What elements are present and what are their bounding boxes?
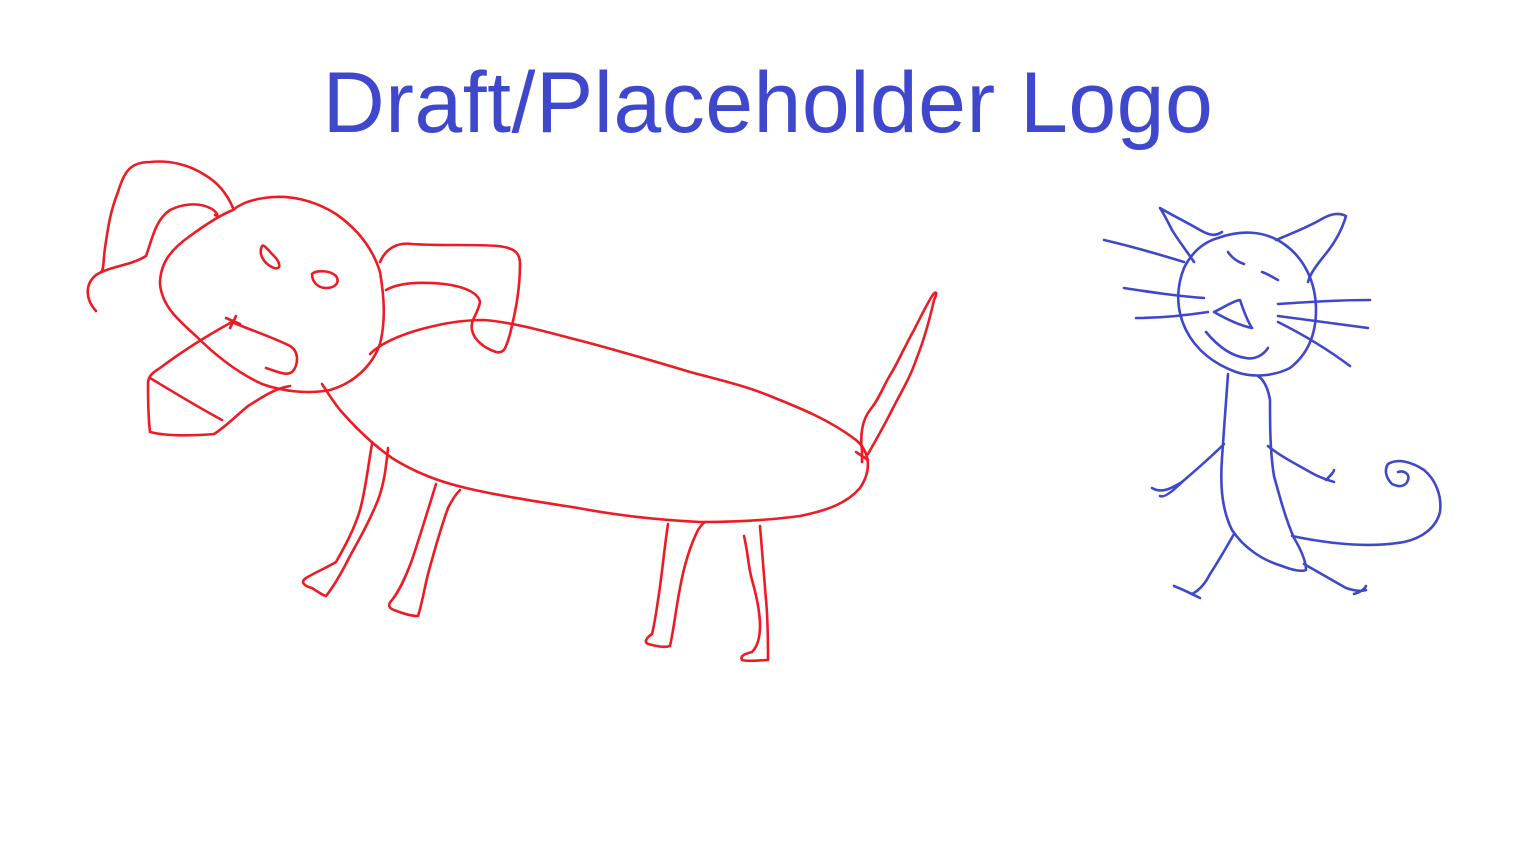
dog-head (158, 195, 386, 394)
cat-right-arm (1266, 444, 1336, 484)
dog-left-eye (259, 244, 281, 270)
cat-left-ear (1158, 206, 1224, 264)
cat-doodle (1102, 206, 1442, 600)
cat-right-eye (1260, 270, 1280, 282)
cat-whiskers-left (1102, 238, 1210, 320)
dog-leg-front-2 (387, 482, 462, 618)
dog-doodle (86, 160, 938, 663)
dog-tail (854, 291, 938, 464)
cat-left-eye (1226, 250, 1246, 266)
cat-nose (1212, 298, 1254, 330)
cat-right-ear (1274, 212, 1348, 284)
cat-whiskers-right (1276, 298, 1372, 368)
cat-left-arm (1150, 442, 1226, 498)
cat-body (1220, 372, 1308, 573)
dog-leg-back-1 (644, 520, 708, 649)
cat-right-leg (1302, 562, 1368, 596)
dog-leg-front-1 (301, 442, 390, 598)
dog-leg-back-2 (740, 524, 770, 663)
dog-body (320, 318, 870, 524)
cat-mouth (1204, 330, 1270, 360)
dog-bow (146, 320, 292, 437)
drawing-canvas: Draft/Placeholder Logo (0, 0, 1536, 864)
doodle-drawing (86, 160, 1442, 663)
dog-right-eye (310, 269, 339, 290)
dog-mouth (224, 314, 299, 375)
cat-left-leg (1172, 532, 1236, 600)
